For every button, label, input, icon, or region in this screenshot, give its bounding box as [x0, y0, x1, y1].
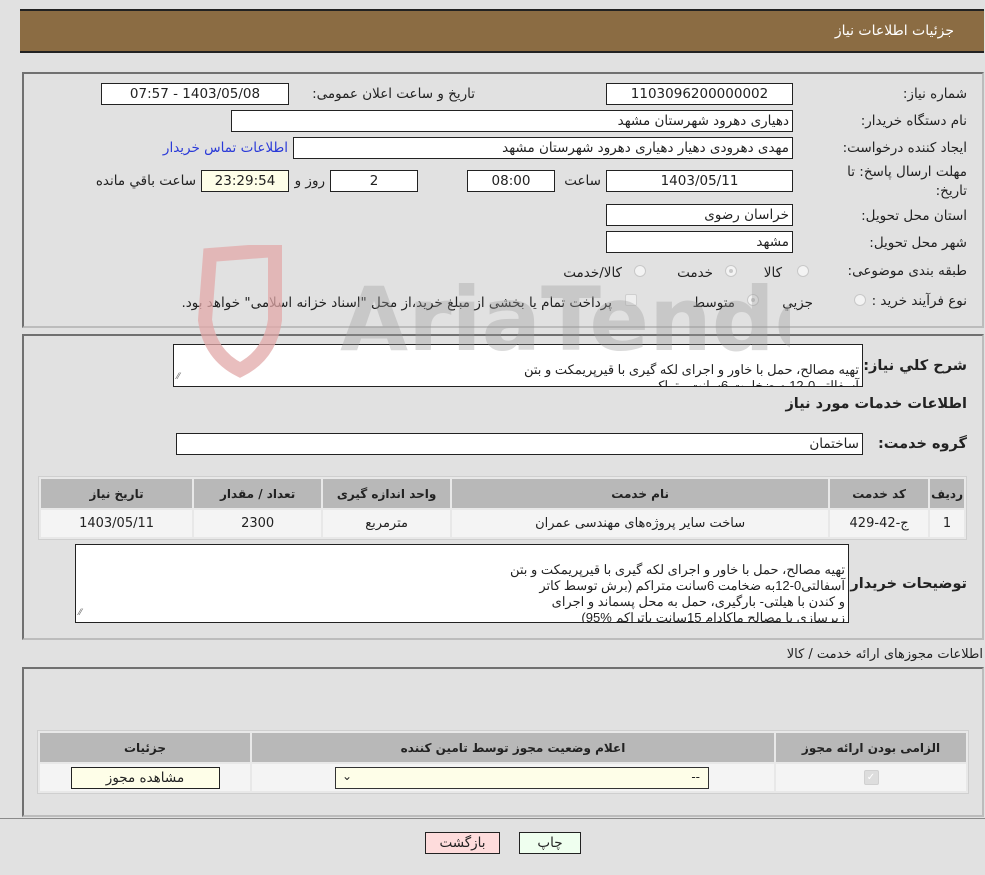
category-label: طبقه بندی موضوعی:: [847, 263, 967, 279]
remaining-time-field[interactable]: 23:29:54: [201, 170, 289, 192]
col-permit-status: اعلام وضعیت مجوز توسط تامین کننده: [252, 733, 774, 762]
resize-grip-icon[interactable]: ⁄⁄: [79, 604, 82, 620]
process-option-medium: متوسط: [692, 295, 735, 311]
category-option-goods-service: کالا/خدمت: [563, 265, 622, 281]
col-permit-details: جزئیات: [40, 733, 250, 762]
treasury-note: پرداخت تمام یا بخشی از مبلغ خرید،از محل …: [181, 295, 612, 311]
remaining-days-field[interactable]: 2: [330, 170, 418, 192]
announce-label: تاریخ و ساعت اعلان عمومی:: [312, 86, 475, 102]
col-index: ردیف: [930, 479, 964, 508]
buyer-notes-text: تهیه مصالح، حمل با خاور و اجرای لکه گیری…: [509, 562, 845, 623]
service-group-field[interactable]: ساختمان: [176, 433, 863, 455]
cell-permit-status: -- ⌄: [252, 764, 774, 791]
buyer-notes-label: توضیحات خریدار:: [844, 576, 967, 592]
back-button[interactable]: بازگشت: [425, 832, 500, 854]
deadline-label: مهلت ارسال پاسخ: تا تاریخ:: [847, 164, 967, 199]
col-quantity: تعداد / مقدار: [194, 479, 322, 508]
category-radio-goods[interactable]: [797, 265, 809, 277]
need-number-label: شماره نیاز:: [902, 86, 967, 102]
treasury-checkbox[interactable]: [625, 294, 637, 306]
permit-status-select[interactable]: -- ⌄: [335, 766, 709, 789]
col-code: کد خدمت: [830, 479, 929, 508]
cell-index: 1: [930, 510, 964, 537]
description-text: تهیه مصالح، حمل با خاور و اجرای لکه گیری…: [523, 362, 859, 387]
process-option-minor: جزيي: [782, 295, 813, 311]
cell-permit-details: مشاهده مجوز: [40, 764, 250, 791]
services-section-title: اطلاعات خدمات مورد نیاز: [785, 396, 967, 412]
services-table: ردیف کد خدمت نام خدمت واحد اندازه گیری ت…: [38, 476, 967, 540]
cell-quantity: 2300: [194, 510, 322, 537]
category-radio-goods-service[interactable]: [634, 265, 646, 277]
resize-grip-icon[interactable]: ⁄⁄: [177, 368, 180, 384]
cell-name: ساخت سایر پروژه‌های مهندسی عمران: [452, 510, 829, 537]
cell-permit-required: ✓: [776, 764, 966, 791]
description-label: شرح کلي نیاز:: [863, 358, 967, 374]
province-label: استان محل تحویل:: [861, 208, 967, 224]
buyer-contact-link[interactable]: اطلاعات تماس خریدار: [163, 140, 288, 156]
col-permit-required: الزامی بودن ارائه مجوز: [776, 733, 966, 762]
col-name: نام خدمت: [452, 479, 829, 508]
table-row: 1 ج-42-429 ساخت سایر پروژه‌های مهندسی عم…: [41, 510, 964, 537]
permit-status-value: --: [691, 769, 700, 784]
permits-section-title: اطلاعات مجوزهای ارائه خدمت / کالا: [786, 647, 983, 662]
chevron-down-icon: ⌄: [342, 768, 353, 783]
services-table-header: ردیف کد خدمت نام خدمت واحد اندازه گیری ت…: [41, 479, 964, 508]
deadline-time-label: ساعت: [564, 173, 601, 189]
category-option-goods: کالا: [763, 265, 782, 281]
table-row: ✓ -- ⌄ مشاهده مجوز: [40, 764, 966, 791]
col-date: تاریخ نیاز: [41, 479, 193, 508]
days-label: روز و: [294, 173, 325, 189]
cell-date: 1403/05/11: [41, 510, 193, 537]
service-group-label: گروه خدمت:: [877, 436, 967, 452]
announce-datetime-field[interactable]: 1403/05/08 - 07:57: [101, 83, 289, 105]
description-textarea[interactable]: تهیه مصالح، حمل با خاور و اجرای لکه گیری…: [173, 344, 863, 387]
buyer-org-label: نام دستگاه خریدار:: [860, 113, 967, 129]
process-label: نوع فرآیند خرید :: [871, 293, 967, 309]
page-title: جزئیات اطلاعات نیاز: [834, 23, 954, 39]
deadline-time-field[interactable]: 08:00: [467, 170, 555, 192]
province-field[interactable]: خراسان رضوی: [606, 204, 793, 226]
deadline-date-field[interactable]: 1403/05/11: [606, 170, 793, 192]
buyer-org-field[interactable]: دهیاری دهرود شهرستان مشهد: [231, 110, 793, 132]
remaining-label: ساعت باقي مانده: [95, 173, 196, 189]
view-permit-button[interactable]: مشاهده مجوز: [70, 766, 220, 789]
cell-code: ج-42-429: [830, 510, 929, 537]
city-label: شهر محل تحویل:: [869, 235, 967, 251]
cell-unit: مترمربع: [323, 510, 451, 537]
creator-label: ایجاد کننده درخواست:: [842, 140, 967, 156]
buyer-notes-textarea[interactable]: تهیه مصالح، حمل با خاور و اجرای لکه گیری…: [75, 544, 849, 623]
footer-divider: [0, 818, 985, 819]
permits-table: الزامی بودن ارائه مجوز اعلام وضعیت مجوز …: [37, 730, 969, 794]
city-field[interactable]: مشهد: [606, 231, 793, 253]
creator-field[interactable]: مهدی دهرودی دهیار دهیاری دهرود شهرستان م…: [293, 137, 793, 159]
col-unit: واحد اندازه گیری: [323, 479, 451, 508]
page-header: جزئیات اطلاعات نیاز: [20, 9, 984, 53]
need-number-field[interactable]: 1103096200000002: [606, 83, 793, 105]
process-radio-minor[interactable]: [854, 294, 866, 306]
category-radio-service[interactable]: [725, 265, 737, 277]
print-button[interactable]: چاپ: [519, 832, 581, 854]
category-option-service: خدمت: [677, 265, 713, 281]
permit-required-checkbox[interactable]: ✓: [863, 770, 879, 785]
process-radio-medium[interactable]: [747, 294, 759, 306]
permits-table-header: الزامی بودن ارائه مجوز اعلام وضعیت مجوز …: [40, 733, 966, 762]
